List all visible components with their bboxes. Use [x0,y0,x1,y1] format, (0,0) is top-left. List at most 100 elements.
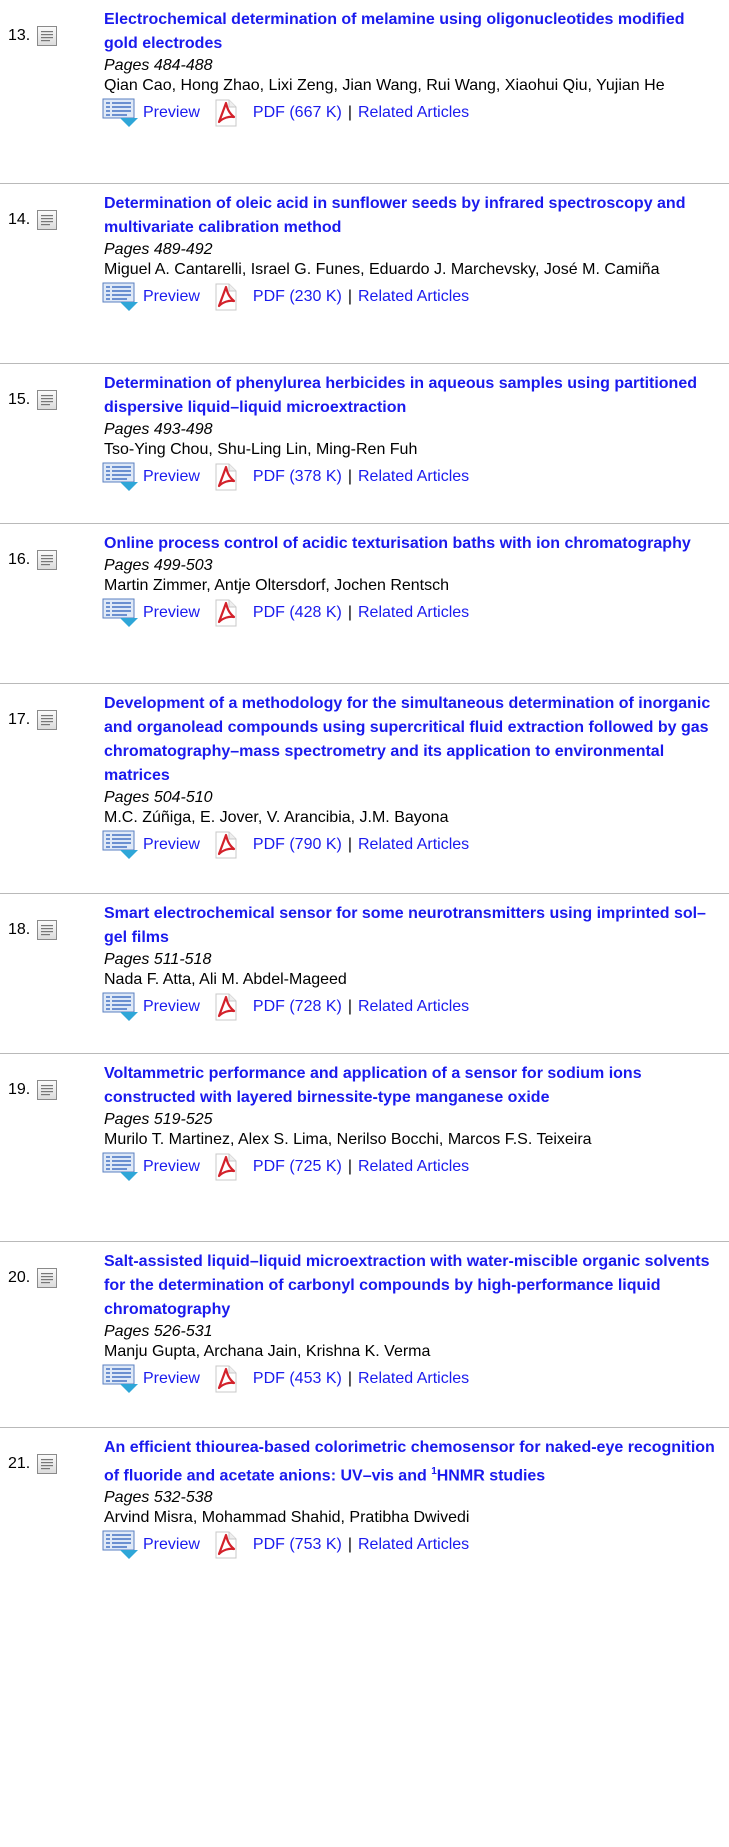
title-text-end: HNMR studies [436,1467,546,1485]
article-links: Preview PDF (753 K) | Related Articles [104,1529,721,1561]
preview-link[interactable]: Preview [143,604,200,622]
preview-link[interactable]: Preview [143,1158,200,1176]
preview-link[interactable]: Preview [143,836,200,854]
pdf-icon[interactable] [213,462,239,492]
document-icon[interactable] [37,1454,57,1474]
preview-link[interactable]: Preview [143,288,200,306]
article-links: Preview PDF (428 K) | Related Articles [104,597,721,629]
document-icon[interactable] [37,710,57,730]
link-separator: | [347,604,352,621]
article-pages: Pages 484-488 [104,57,213,74]
pdf-link[interactable]: PDF (453 K) [253,1370,342,1388]
document-icon[interactable] [37,26,57,46]
pdf-link[interactable]: PDF (230 K) [253,288,342,306]
article-links: Preview PDF (667 K) | Related Articles [104,97,721,129]
related-articles-link[interactable]: Related Articles [358,1536,469,1554]
related-articles-link[interactable]: Related Articles [358,998,469,1016]
article-list: 13. Electrochemical determination of mel… [0,0,729,1647]
article-title-link[interactable]: Determination of oleic acid in sunflower… [104,192,721,240]
article-number: 21. [8,1455,31,1472]
document-icon[interactable] [37,210,57,230]
document-icon[interactable] [37,1268,57,1288]
preview-link[interactable]: Preview [143,104,200,122]
pdf-link[interactable]: PDF (667 K) [253,104,342,122]
preview-icon[interactable] [102,1364,140,1394]
preview-icon[interactable] [102,98,140,128]
document-icon[interactable] [37,920,57,940]
pdf-icon[interactable] [213,598,239,628]
article-number: 16. [8,551,31,568]
preview-icon[interactable] [102,1530,140,1560]
article-number: 19. [8,1081,31,1098]
article-authors: Arvind Misra, Mohammad Shahid, Pratibha … [104,1509,470,1527]
document-icon[interactable] [37,1080,57,1100]
article-title-link[interactable]: Voltammetric performance and application… [104,1062,721,1110]
pdf-icon[interactable] [213,830,239,860]
related-articles-link[interactable]: Related Articles [358,604,469,622]
article-pages: Pages 489-492 [104,241,213,258]
pdf-icon[interactable] [213,1152,239,1182]
article-title-link[interactable]: Salt-assisted liquid–liquid microextract… [104,1250,721,1322]
article-item: 17. Development of a methodology for the… [0,684,729,894]
article-links: Preview PDF (230 K) | Related Articles [104,281,721,313]
preview-icon[interactable] [102,598,140,628]
title-text: An efficient thiourea-based colorimetric… [104,1439,715,1485]
pdf-link[interactable]: PDF (728 K) [253,998,342,1016]
article-number: 20. [8,1269,31,1286]
pdf-link[interactable]: PDF (790 K) [253,836,342,854]
preview-link[interactable]: Preview [143,1370,200,1388]
article-authors: Nada F. Atta, Ali M. Abdel-Mageed [104,971,347,988]
related-articles-link[interactable]: Related Articles [358,104,469,122]
pdf-link[interactable]: PDF (753 K) [253,1536,342,1554]
article-item: 15. Determination of phenylurea herbicid… [0,364,729,524]
preview-icon[interactable] [102,1152,140,1182]
preview-icon[interactable] [102,992,140,1022]
article-title-link[interactable]: An efficient thiourea-based colorimetric… [104,1436,721,1488]
link-separator: | [347,1370,352,1387]
article-item: 14. Determination of oleic acid in sunfl… [0,184,729,364]
related-articles-link[interactable]: Related Articles [358,1370,469,1388]
document-icon[interactable] [37,390,57,410]
pdf-icon[interactable] [213,992,239,1022]
preview-link[interactable]: Preview [143,468,200,486]
preview-link[interactable]: Preview [143,1536,200,1554]
pdf-link[interactable]: PDF (378 K) [253,468,342,486]
article-authors: Qian Cao, Hong Zhao, Lixi Zeng, Jian Wan… [104,77,665,94]
article-pages: Pages 519-525 [104,1111,213,1128]
article-title-link[interactable]: Electrochemical determination of melamin… [104,8,721,56]
article-title-link[interactable]: Smart electrochemical sensor for some ne… [104,902,721,950]
article-number: 14. [8,211,31,228]
article-item: 13. Electrochemical determination of mel… [0,0,729,184]
article-pages: Pages 493-498 [104,421,213,438]
article-item: 19. Voltammetric performance and applica… [0,1054,729,1242]
pdf-icon[interactable] [213,1530,239,1560]
article-authors: Murilo T. Martinez, Alex S. Lima, Nerils… [104,1131,592,1148]
article-pages: Pages 499-503 [104,557,213,574]
article-links: Preview PDF (728 K) | Related Articles [104,991,721,1023]
article-authors: Miguel A. Cantarelli, Israel G. Funes, E… [104,261,660,278]
related-articles-link[interactable]: Related Articles [358,288,469,306]
article-title-link[interactable]: Determination of phenylurea herbicides i… [104,372,721,420]
related-articles-link[interactable]: Related Articles [358,468,469,486]
pdf-link[interactable]: PDF (725 K) [253,1158,342,1176]
article-title-link[interactable]: Online process control of acidic texturi… [104,532,721,556]
link-separator: | [347,1536,352,1554]
pdf-icon[interactable] [213,1364,239,1394]
related-articles-link[interactable]: Related Articles [358,836,469,854]
pdf-link[interactable]: PDF (428 K) [253,604,342,622]
article-authors: Martin Zimmer, Antje Oltersdorf, Jochen … [104,577,450,594]
article-item: 21. An efficient thiourea-based colorime… [0,1428,729,1647]
document-icon[interactable] [37,550,57,570]
related-articles-link[interactable]: Related Articles [358,1158,469,1176]
pdf-icon[interactable] [213,98,239,128]
preview-icon[interactable] [102,282,140,312]
article-title-link[interactable]: Development of a methodology for the sim… [104,692,721,788]
pdf-icon[interactable] [213,282,239,312]
link-separator: | [347,1158,352,1175]
preview-link[interactable]: Preview [143,998,200,1016]
article-number: 18. [8,921,31,938]
article-links: Preview PDF (378 K) | Related Articles [104,461,721,493]
preview-icon[interactable] [102,462,140,492]
article-links: Preview PDF (453 K) | Related Articles [104,1363,721,1395]
preview-icon[interactable] [102,830,140,860]
